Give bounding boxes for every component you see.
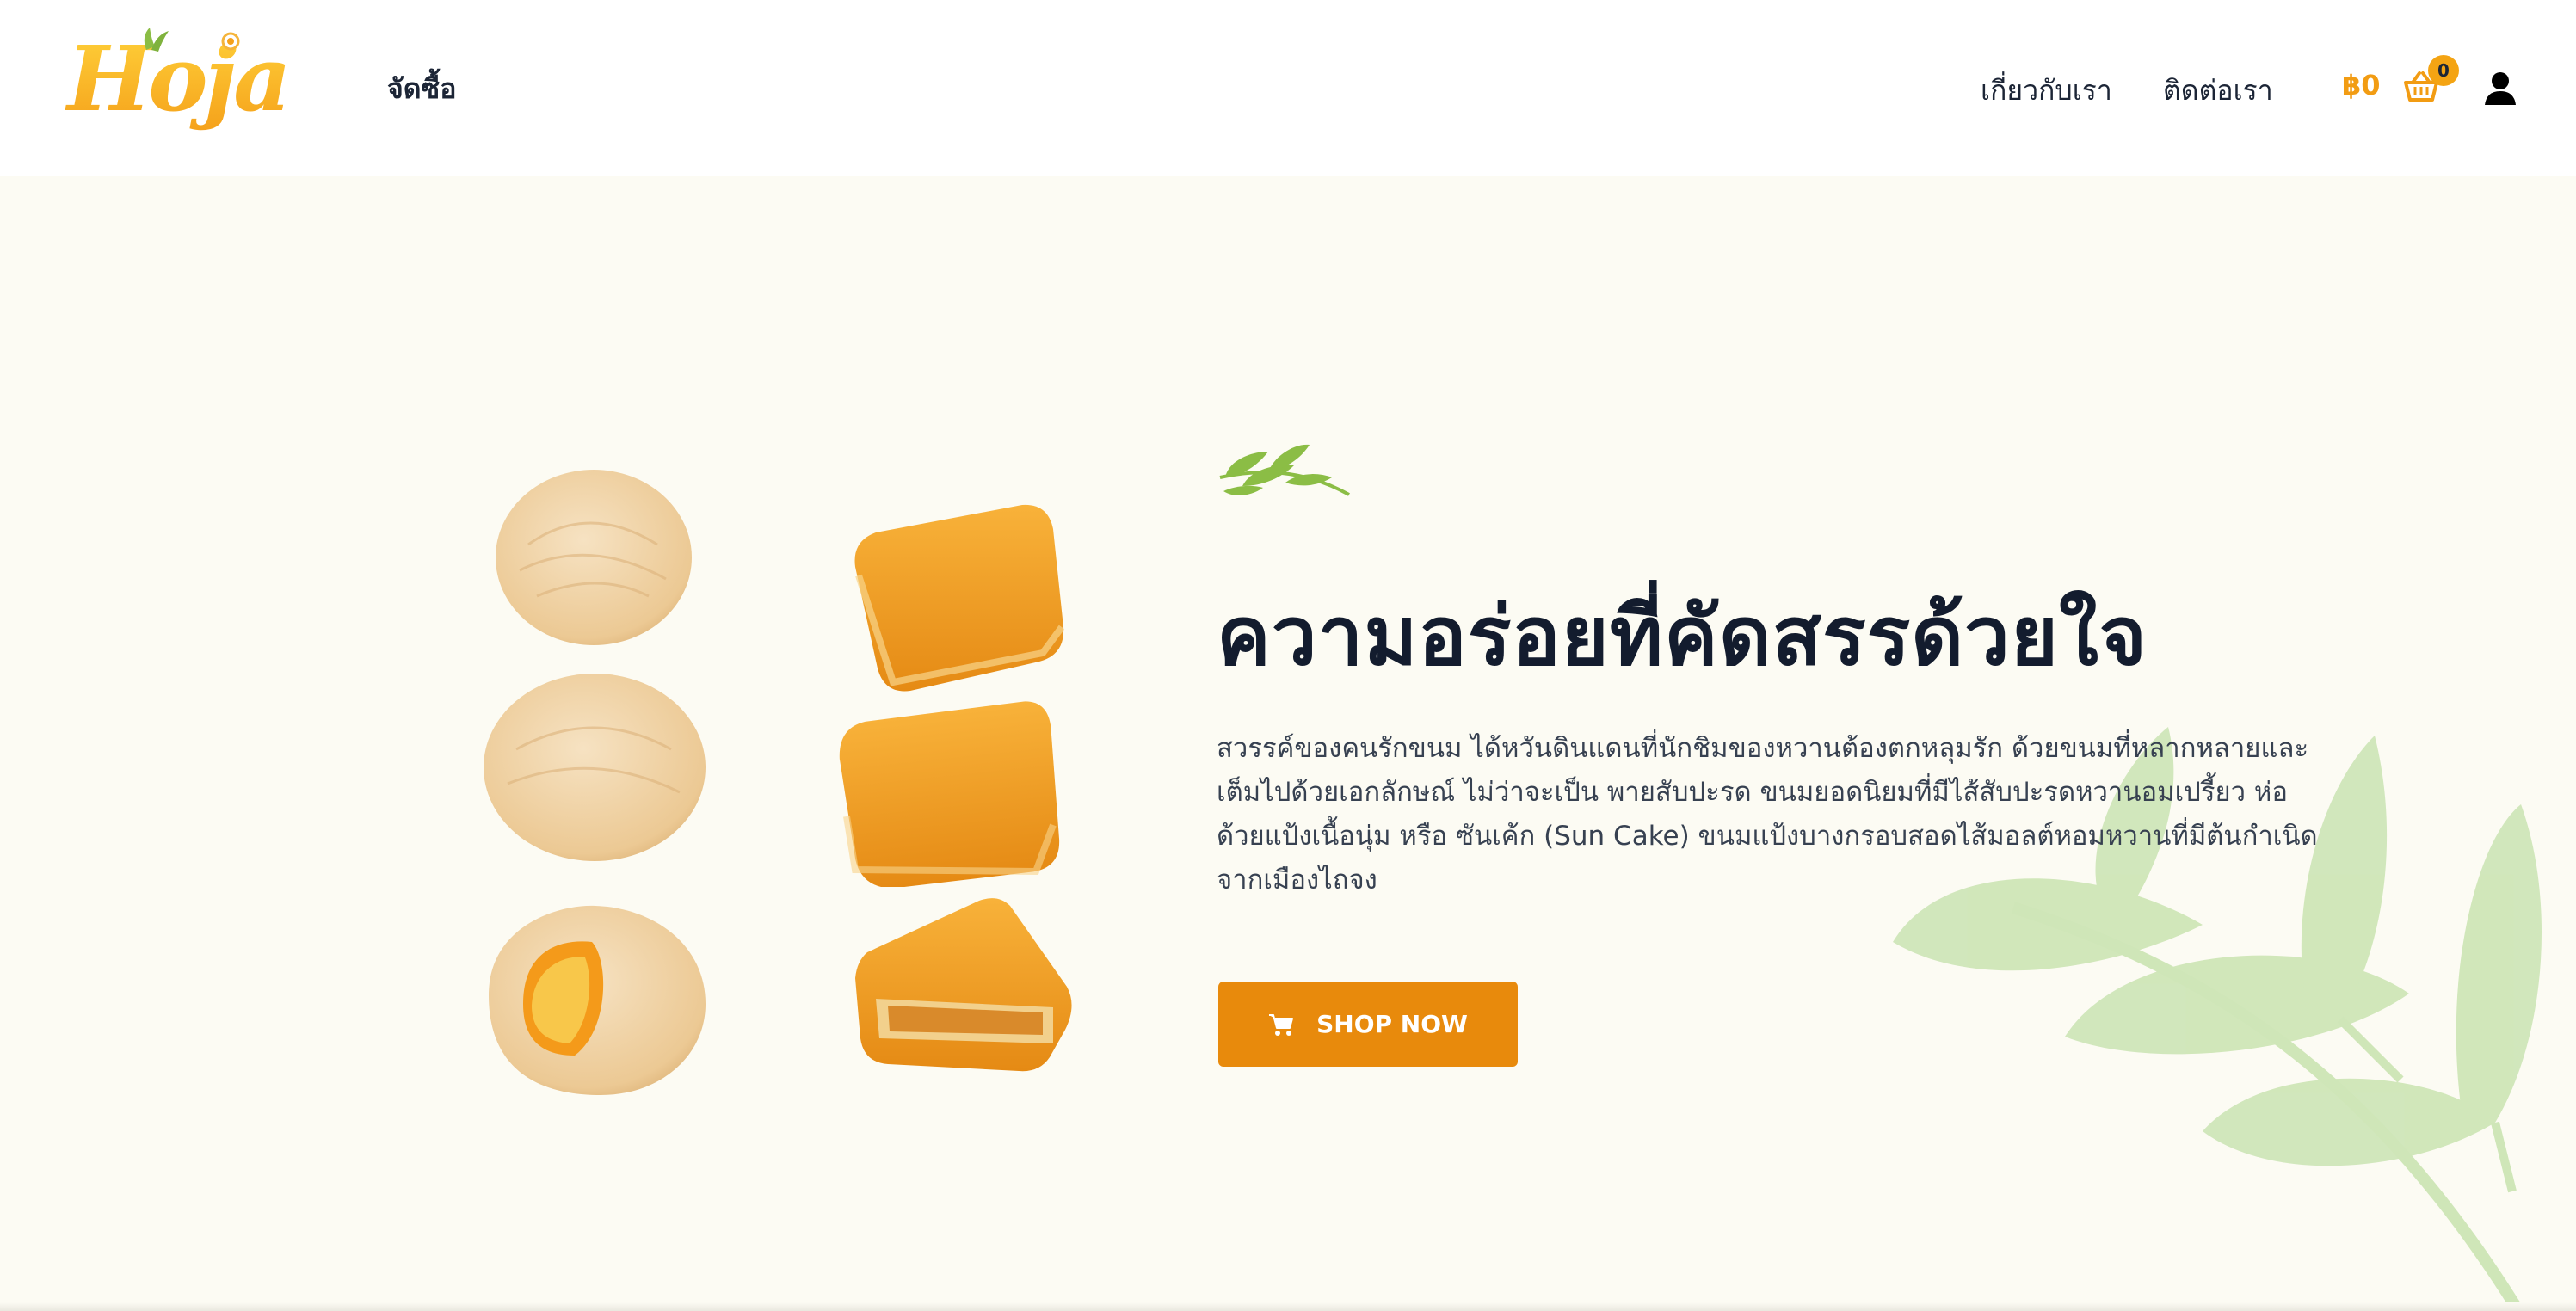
flower-icon xyxy=(221,32,240,51)
nav-about-link[interactable]: เกี่ยวกับเรา xyxy=(1981,69,2112,113)
nav-shop-link[interactable]: จัดซื้อ xyxy=(387,67,456,111)
pineapple-cake-cut-icon xyxy=(855,898,1072,1072)
hero-title: ความอร่อยที่คัดสรรด้วยใจ xyxy=(1217,590,2148,684)
nav-contact-link[interactable]: ติดต่อเรา xyxy=(2163,69,2273,113)
shop-now-button[interactable]: SHOP NOW xyxy=(1218,982,1518,1067)
cart-count-badge: 0 xyxy=(2428,55,2459,86)
logo-wordmark: Hoja xyxy=(65,26,288,132)
pineapple-cake-icon xyxy=(839,701,1060,887)
site-header: Hoja จัดซื้อ เกี่ยวกับเรา ติดต่อเรา ฿0 0 xyxy=(0,0,2576,176)
hero-section: ความอร่อยที่คัดสรรด้วยใจ สวรรค์ของคนรักข… xyxy=(0,176,2576,1311)
cart-total[interactable]: ฿0 xyxy=(2342,69,2381,102)
section-divider xyxy=(0,1302,2576,1311)
cart-icon xyxy=(1269,1013,1294,1036)
sun-cake-whole-icon xyxy=(484,674,706,861)
sun-cake-cut-icon xyxy=(489,905,706,1095)
hero-description: สวรรค์ของคนรักขนม ได้หวันดินแดนที่นักชิม… xyxy=(1217,733,2318,896)
user-icon[interactable] xyxy=(2483,71,2517,105)
sprig-icon xyxy=(1219,444,1350,496)
shop-now-label: SHOP NOW xyxy=(1316,1010,1468,1038)
sun-cake-whole-icon xyxy=(496,470,692,645)
pineapple-cake-icon xyxy=(854,504,1065,692)
hoja-logo[interactable]: Hoja xyxy=(62,24,320,145)
